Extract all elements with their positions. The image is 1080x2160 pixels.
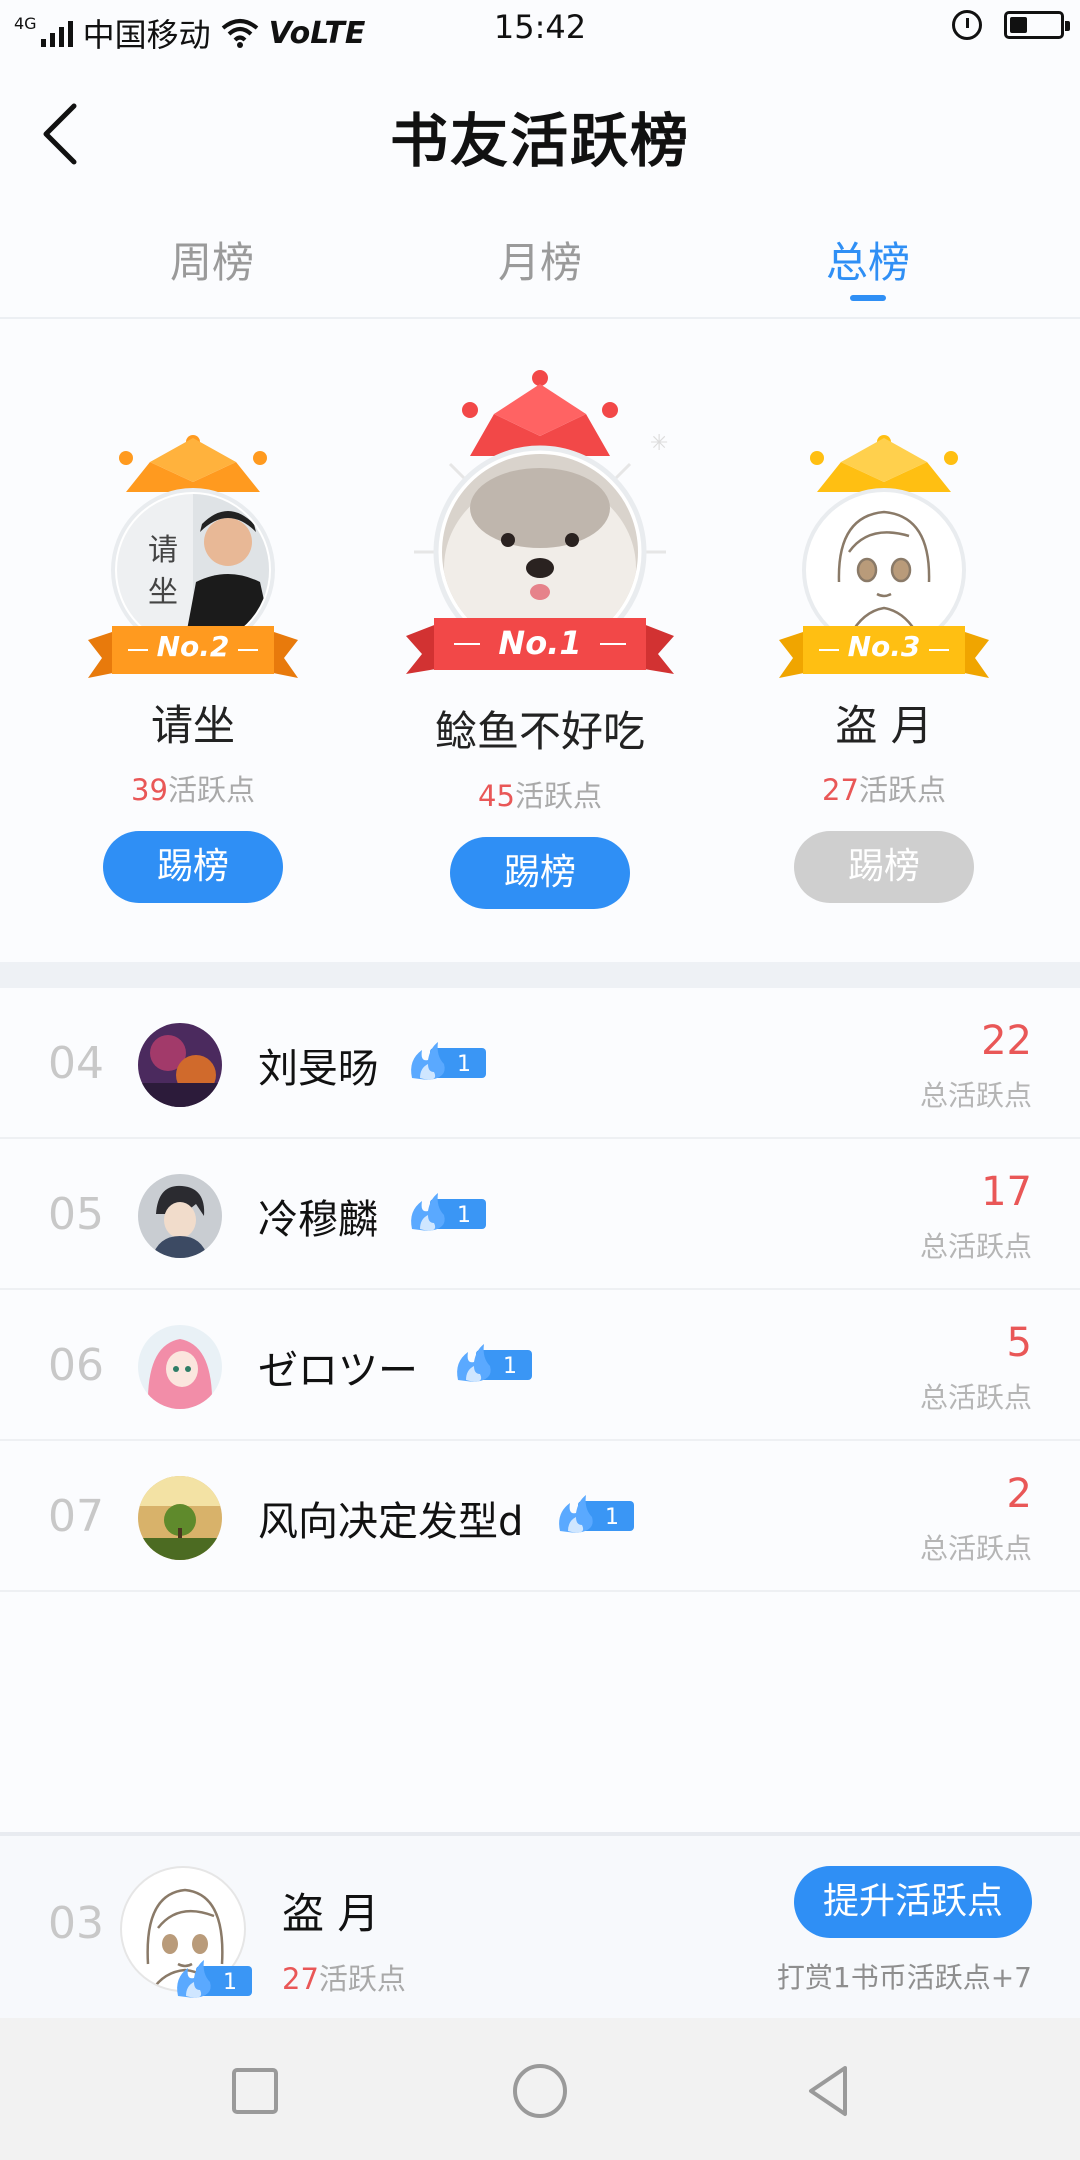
badge-level: 1: [223, 1970, 237, 1995]
score-value: 5: [1006, 1320, 1032, 1366]
tab-monthly[interactable]: 月榜: [440, 229, 640, 290]
rank-number: 04: [48, 1038, 104, 1089]
fire-level-badge: 1: [177, 1960, 252, 1998]
home-icon[interactable]: [505, 2056, 575, 2126]
fire-level-badge: 1: [411, 1042, 486, 1080]
fire-level-badge: 1: [559, 1495, 634, 1533]
rank-number: 06: [48, 1340, 104, 1391]
avatar: [138, 1476, 222, 1560]
score-label: 总活跃点: [919, 1532, 1032, 1565]
podium-third-points: 27活跃点: [754, 767, 1014, 809]
avatar-calligraphy-1: 请: [148, 533, 178, 568]
list-item[interactable]: 06 ゼロツー 1 5 总活跃点: [0, 1290, 1080, 1441]
status-right: [952, 10, 1070, 40]
system-nav-bar: [0, 2018, 1080, 2160]
avatar: [138, 1023, 222, 1107]
list-item[interactable]: 04 刘旻旸 1 22 总活跃点: [0, 988, 1080, 1139]
score-label: 总活跃点: [919, 1079, 1032, 1112]
my-points: 27活跃点: [282, 1956, 406, 1998]
ribbon-no3: No.3: [847, 630, 921, 663]
my-rank-number: 03: [48, 1898, 104, 1949]
alarm-icon: [952, 10, 982, 40]
user-name: ゼロツー: [258, 1348, 418, 1394]
avatar: [138, 1174, 222, 1258]
podium-second-name: 请坐: [150, 701, 235, 750]
avatar: [138, 1325, 222, 1409]
score-value: 22: [981, 1018, 1032, 1064]
status-bar: 4G 中国移动 VoLTE 15:42: [0, 0, 1080, 58]
app-screen: 4G 中国移动 VoLTE 15:42 书友活跃榜 周榜 月榜 总榜 请 坐 N…: [0, 0, 1080, 2160]
user-name: 冷穆麟: [258, 1197, 378, 1243]
podium-first-points-value: 45: [478, 779, 515, 813]
badge-level: 1: [457, 1052, 471, 1077]
boost-activity-button[interactable]: 提升活跃点: [794, 1866, 1032, 1938]
podium-first-points: 45活跃点: [400, 773, 680, 815]
battery-icon: [1004, 11, 1070, 39]
podium-third-avatar-frame: No.3: [779, 432, 989, 682]
fire-level-badge: 1: [411, 1193, 486, 1231]
clock: 15:42: [493, 8, 587, 46]
header: 书友活跃榜: [0, 58, 1080, 198]
avatar-calligraphy-2: 坐: [148, 575, 178, 610]
page-title: 书友活跃榜: [389, 107, 690, 175]
kick-first-button[interactable]: 踢榜: [450, 837, 630, 909]
podium-first-points-label: 活跃点: [514, 779, 602, 813]
score-label: 总活跃点: [919, 1381, 1032, 1414]
rank-number: 05: [48, 1189, 104, 1240]
podium-second-avatar-frame: 请 坐 No.2: [88, 432, 298, 682]
podium-first: ✳ No.1 鲶鱼不好吃 45活跃点 踢榜: [400, 368, 680, 909]
podium-second-points: 39活跃点: [63, 767, 323, 809]
ranking-list: 04 刘旻旸 1 22 总活跃点 05 冷穆麟 1 17 总活跃点 06 ゼロツ…: [0, 988, 1080, 1592]
score-value: 2: [1006, 1471, 1032, 1517]
reward-hint: 打赏1书币活跃点+7: [776, 1961, 1032, 1994]
section-divider: [0, 962, 1080, 988]
badge-level: 1: [457, 1203, 471, 1228]
active-tab-indicator: [850, 295, 886, 301]
my-name: 盗 月: [282, 1889, 380, 1938]
kick-second-button[interactable]: 踢榜: [103, 831, 283, 903]
score-label: 总活跃点: [919, 1230, 1032, 1263]
podium-third-points-label: 活跃点: [858, 773, 946, 807]
ribbon-no1: No.1: [498, 624, 582, 662]
tab-total[interactable]: 总榜: [768, 229, 968, 290]
my-points-label: 活跃点: [318, 1962, 406, 1996]
list-item[interactable]: 07 风向决定发型d 1 2 总活跃点: [0, 1441, 1080, 1592]
battery-level: [1010, 17, 1027, 33]
list-item[interactable]: 05 冷穆麟 1 17 总活跃点: [0, 1139, 1080, 1290]
my-rank-bar: 03 1 盗 月 27活跃点 提升活跃点 打赏1书币活跃点+7: [0, 1832, 1080, 2018]
podium-third: No.3 盗 月 27活跃点 踢榜: [754, 432, 1014, 903]
podium-second-points-label: 活跃点: [167, 773, 255, 807]
score-value: 17: [981, 1169, 1032, 1215]
badge-level: 1: [605, 1505, 619, 1530]
top-three-podium: 请 坐 No.2 请坐 39活跃点 踢榜 ✳ No.1 鲶鱼不好吃 45活跃点 …: [0, 322, 1080, 962]
podium-second-points-value: 39: [131, 773, 168, 807]
rank-number: 07: [48, 1491, 104, 1542]
recent-apps-icon[interactable]: [220, 2056, 290, 2126]
podium-third-name: 盗 月: [835, 701, 933, 750]
ribbon-no2: No.2: [156, 630, 230, 663]
user-name: 风向决定发型d: [258, 1499, 524, 1545]
my-points-value: 27: [282, 1962, 319, 1996]
user-name: 刘旻旸: [258, 1046, 378, 1092]
podium-second: 请 坐 No.2 请坐 39活跃点 踢榜: [63, 432, 323, 903]
podium-first-name: 鲶鱼不好吃: [434, 707, 645, 756]
kick-third-button[interactable]: 踢榜: [794, 831, 974, 903]
tab-weekly[interactable]: 周榜: [112, 229, 312, 290]
podium-third-points-value: 27: [822, 773, 859, 807]
sparkle-icon: ✳: [650, 431, 668, 456]
fire-level-badge: 1: [457, 1344, 532, 1382]
ranking-tabs: 周榜 月榜 总榜: [0, 215, 1080, 319]
podium-first-avatar-frame: ✳ No.1: [400, 368, 680, 688]
badge-level: 1: [503, 1354, 517, 1379]
back-nav-icon[interactable]: [795, 2056, 865, 2126]
